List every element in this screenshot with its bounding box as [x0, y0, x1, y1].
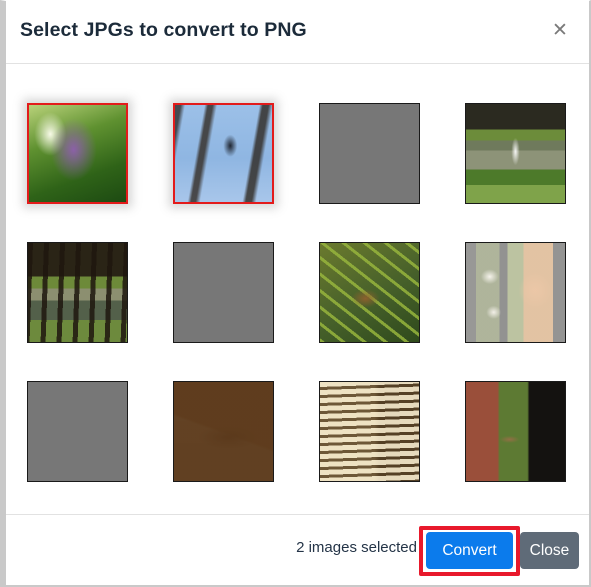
thumbnail-image [173, 103, 274, 204]
close-button[interactable]: Close [520, 532, 579, 569]
thumbnail-image [319, 103, 420, 204]
convert-button[interactable]: Convert [426, 532, 513, 569]
thumbnail-gallery [6, 64, 589, 514]
thumbnail-item[interactable] [319, 381, 420, 482]
thumbnail-item[interactable] [319, 242, 420, 343]
thumbnail-item[interactable] [319, 103, 420, 204]
thumbnail-image [465, 381, 566, 482]
close-icon[interactable]: ✕ [545, 15, 575, 45]
thumbnail-image [173, 242, 274, 343]
thumbnail-item[interactable] [465, 103, 566, 204]
thumbnail-image [319, 381, 420, 482]
thumbnail-image [173, 381, 274, 482]
dialog-header: Select JPGs to convert to PNG ✕ [6, 1, 589, 64]
thumbnail-image [27, 381, 128, 482]
thumbnail-item[interactable] [173, 242, 274, 343]
thumbnail-image [27, 242, 128, 343]
thumbnail-grid [27, 103, 567, 482]
convert-images-dialog: Select JPGs to convert to PNG ✕ 2 images… [0, 0, 591, 587]
thumbnail-item[interactable] [27, 381, 128, 482]
thumbnail-item[interactable] [465, 381, 566, 482]
thumbnail-item[interactable] [27, 242, 128, 343]
thumbnail-item[interactable] [173, 381, 274, 482]
dialog-footer: 2 images selected Convert Close [6, 514, 589, 585]
page-title: Select JPGs to convert to PNG [20, 19, 307, 41]
thumbnail-item[interactable] [465, 242, 566, 343]
selected-count-label: 2 images selected [296, 539, 417, 556]
thumbnail-image [465, 103, 566, 204]
thumbnail-image [319, 242, 420, 343]
thumbnail-image [465, 242, 566, 343]
thumbnail-item[interactable] [173, 103, 274, 204]
thumbnail-image [27, 103, 128, 204]
thumbnail-item[interactable] [27, 103, 128, 204]
